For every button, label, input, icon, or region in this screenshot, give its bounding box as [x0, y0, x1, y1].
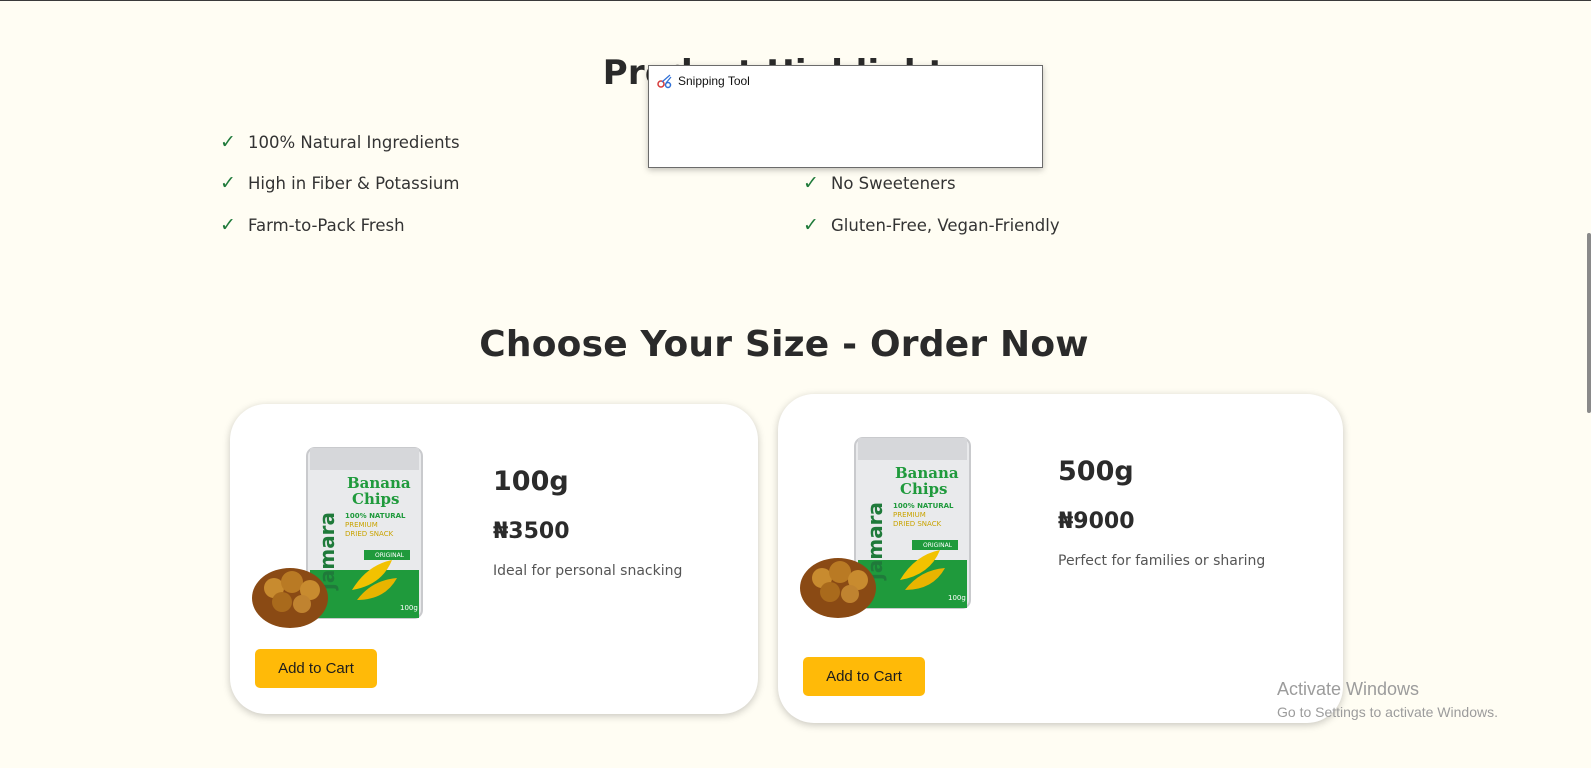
package-tag-2: PREMIUM	[345, 521, 378, 529]
activate-windows-title: Activate Windows	[1277, 679, 1420, 699]
scrollbar-thumb[interactable]	[1587, 233, 1591, 413]
package-weight: 100g	[400, 604, 418, 612]
product-price: ₦9000	[1058, 509, 1135, 534]
feature-label: Farm-to-Pack Fresh	[248, 215, 405, 235]
activate-windows-subtitle: Go to Settings to activate Windows.	[1277, 704, 1498, 720]
product-card-100g: ORIGINAL Banana Chips 100% NATURAL PREMI…	[230, 404, 758, 714]
order-section-title: Choose Your Size - Order Now	[479, 324, 1089, 365]
check-icon: ✓	[220, 131, 236, 153]
package-tag-3: DRIED SNACK	[893, 520, 942, 528]
feature-item: ✓ No Sweeteners	[803, 172, 956, 194]
package-tag-2: PREMIUM	[893, 511, 926, 519]
feature-label: 100% Natural Ingredients	[248, 132, 460, 152]
product-description: Ideal for personal snacking	[493, 563, 683, 579]
product-card-500g: ORIGINAL Banana Chips 100% NATURAL PREMI…	[778, 394, 1343, 723]
package-name-line-2: Chips	[352, 490, 399, 508]
add-to-cart-button[interactable]: Add to Cart	[255, 649, 377, 688]
badge-text: ORIGINAL	[375, 552, 405, 559]
check-icon: ✓	[220, 214, 236, 236]
product-image: ORIGINAL Banana Chips 100% NATURAL PREMI…	[800, 437, 971, 618]
scissors-icon	[657, 74, 672, 89]
product-description: Perfect for families or sharing	[1058, 553, 1266, 569]
check-icon: ✓	[220, 172, 236, 194]
feature-label: Gluten-Free, Vegan-Friendly	[831, 215, 1060, 235]
package-tag-1: 100% NATURAL	[893, 502, 954, 510]
feature-item: ✓ Gluten-Free, Vegan-Friendly	[803, 214, 1060, 236]
product-size: 500g	[1058, 456, 1134, 487]
package-tag-1: 100% NATURAL	[345, 512, 406, 520]
package-weight: 100g	[948, 594, 966, 602]
feature-label: High in Fiber & Potassium	[248, 173, 460, 193]
feature-item: ✓ 100% Natural Ingredients	[220, 131, 460, 153]
add-to-cart-button[interactable]: Add to Cart	[803, 657, 925, 696]
snipping-tool-title: Snipping Tool	[678, 74, 750, 88]
check-icon: ✓	[803, 172, 819, 194]
page-scrollbar[interactable]	[1565, 1, 1591, 768]
activate-windows-watermark: Activate Windows Go to Settings to activ…	[1277, 679, 1498, 720]
feature-item: ✓ Farm-to-Pack Fresh	[220, 214, 405, 236]
product-size: 100g	[493, 466, 569, 497]
snipping-tool-titlebar[interactable]: Snipping Tool	[657, 73, 750, 89]
badge-text: ORIGINAL	[923, 542, 953, 549]
product-price: ₦3500	[493, 519, 570, 544]
check-icon: ✓	[803, 214, 819, 236]
package-name-line-2: Chips	[900, 480, 947, 498]
feature-item: ✓ High in Fiber & Potassium	[220, 172, 459, 194]
feature-label: No Sweeteners	[831, 173, 956, 193]
package-tag-3: DRIED SNACK	[345, 530, 394, 538]
product-image: ORIGINAL Banana Chips 100% NATURAL PREMI…	[252, 447, 423, 628]
snipping-tool-window[interactable]: Snipping Tool	[648, 65, 1043, 168]
